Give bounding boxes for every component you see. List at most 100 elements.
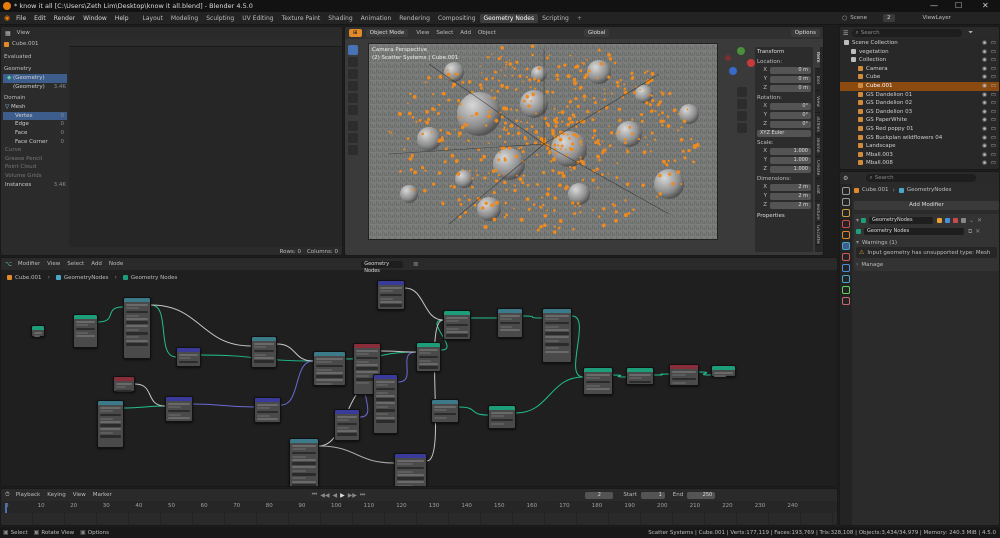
node-group-field[interactable]: Geometry Nodes <box>864 228 964 235</box>
close-window-button[interactable]: ✕ <box>982 1 989 10</box>
outliner-row[interactable]: GS PaperWhite ◉ ▭ <box>840 116 999 125</box>
evaluated-dropdown[interactable]: Evaluated <box>1 52 69 62</box>
cursor-tool-icon[interactable] <box>348 57 358 67</box>
sidebar-tab-5[interactable]: Create <box>815 157 820 179</box>
render-camera-icon[interactable]: ▭ <box>991 142 996 151</box>
node-0[interactable] <box>73 314 98 348</box>
visibility-eye-icon[interactable]: ◉ <box>982 99 987 108</box>
rot-y-field[interactable]: 0° <box>770 111 811 119</box>
node-6[interactable] <box>377 280 405 310</box>
show-viewport-icon[interactable] <box>953 218 959 223</box>
visibility-eye-icon[interactable]: ◉ <box>982 48 987 57</box>
filter-icon[interactable]: ⏷ <box>968 29 973 37</box>
zoom-icon[interactable] <box>737 87 747 97</box>
loc-z-field[interactable]: 0 m <box>770 84 811 92</box>
node-24[interactable] <box>394 453 427 486</box>
sidebar-tab-8[interactable]: GScatter <box>815 223 820 245</box>
render-camera-icon[interactable]: ▭ <box>991 125 996 134</box>
node-12[interactable] <box>626 367 654 385</box>
sidebar-tab-6[interactable]: Edit <box>815 179 820 201</box>
node-25[interactable] <box>31 325 45 338</box>
properties-search-input[interactable]: Search <box>875 175 894 181</box>
render-camera-icon[interactable]: ▭ <box>991 65 996 74</box>
render-camera-icon[interactable]: ▭ <box>991 134 996 143</box>
node-2[interactable] <box>176 347 201 367</box>
prev-key-icon[interactable]: ◀◀ <box>320 492 329 499</box>
camera-view-icon[interactable] <box>737 111 747 121</box>
render-camera-icon[interactable]: ▭ <box>991 151 996 160</box>
timeline-editor-icon[interactable]: ⏱ <box>5 491 10 499</box>
warnings-subpanel[interactable]: ▾ Warnings (1) <box>856 238 997 247</box>
domain-other-2[interactable]: Point Cloud <box>1 163 69 172</box>
menu-window[interactable]: Window <box>83 15 107 22</box>
scene-selector[interactable]: ⬡ Scene 2 ViewLayer <box>842 14 951 22</box>
mesh-domain[interactable]: ▽ Mesh <box>1 103 69 112</box>
visibility-eye-icon[interactable]: ◉ <box>982 159 987 168</box>
z-axis-icon[interactable] <box>729 67 737 75</box>
node-editor[interactable]: ⌥ Modifier View Select Add Node Geometry… <box>0 257 838 487</box>
camera-view[interactable]: Camera Perspective (2) Scatter Systems |… <box>368 43 718 240</box>
scl-y-field[interactable]: 1.000 <box>770 156 811 164</box>
tab-geometry-nodes[interactable]: Geometry Nodes <box>479 13 539 23</box>
node-menu-add[interactable]: Add <box>91 261 102 267</box>
outliner-search-input[interactable]: Search <box>861 30 880 36</box>
node-18[interactable] <box>113 376 135 393</box>
node-14[interactable] <box>711 365 736 378</box>
visibility-eye-icon[interactable]: ◉ <box>982 91 987 100</box>
manage-subpanel[interactable]: › Manage <box>856 260 997 269</box>
node-9[interactable] <box>497 308 523 338</box>
node-menu-select[interactable]: Select <box>67 261 84 267</box>
visibility-eye-icon[interactable]: ◉ <box>982 116 987 125</box>
viewport-menu-object[interactable]: Object <box>478 30 496 36</box>
node-3[interactable] <box>251 336 277 368</box>
visibility-eye-icon[interactable]: ◉ <box>982 125 987 134</box>
node-menu-view[interactable]: View <box>47 261 60 267</box>
measure-tool-icon[interactable] <box>348 133 358 143</box>
domain-other-4[interactable]: Instances 3.4K <box>1 181 69 190</box>
outliner-row[interactable]: Collection ◉ ▭ <box>840 56 999 65</box>
outliner-row[interactable]: Cube.001 ◉ ▭ <box>840 81 999 91</box>
domain-other-3[interactable]: Volume Grids <box>1 172 69 181</box>
properties-tab-1-icon[interactable] <box>842 198 850 206</box>
node-11[interactable] <box>583 367 613 395</box>
scl-z-field[interactable]: 1.000 <box>770 165 811 173</box>
node-13[interactable] <box>669 364 699 386</box>
timeline-menu-marker[interactable]: Marker <box>93 492 112 498</box>
outliner-row[interactable]: Mball.008 ◉ ▭ <box>840 159 999 168</box>
tab-uv-editing[interactable]: UV Editing <box>238 14 277 23</box>
blender-menu-icon[interactable]: ◉ <box>4 14 10 22</box>
spreadsheet-object-row[interactable]: Cube.001 <box>1 39 69 49</box>
domain-item-2[interactable]: Face 0 <box>3 129 67 138</box>
scene-number[interactable]: 2 <box>883 14 895 22</box>
menu-render[interactable]: Render <box>54 15 75 22</box>
rot-z-field[interactable]: 0° <box>770 120 811 128</box>
outliner-row[interactable]: Landscape ◉ ▭ <box>840 142 999 151</box>
node-group-pin-icon[interactable]: ⊠ <box>413 261 418 268</box>
node-17[interactable] <box>254 397 281 423</box>
domain-item-3[interactable]: Face Corner 0 <box>3 138 67 147</box>
maximize-button[interactable]: ☐ <box>955 1 962 10</box>
rotate-tool-icon[interactable] <box>348 81 358 91</box>
node-16[interactable] <box>165 396 193 422</box>
node-21[interactable] <box>431 399 459 423</box>
current-frame-field[interactable]: 2 <box>585 491 614 499</box>
domain-other-1[interactable]: Grease Pencil <box>1 155 69 164</box>
transform-tool-icon[interactable] <box>348 105 358 115</box>
outliner-search[interactable]: ⌕ Search <box>852 29 963 37</box>
outliner-row[interactable]: GS Dandelion 03 ◉ ▭ <box>840 108 999 117</box>
end-frame-field[interactable]: 250 <box>687 491 716 499</box>
pan-hand-icon[interactable] <box>737 99 747 109</box>
3d-viewport[interactable]: ⊞ Object Mode View Select Add Object Glo… <box>344 26 824 256</box>
outliner-row[interactable]: Camera ◉ ▭ <box>840 65 999 74</box>
outliner-row[interactable]: Scene Collection ◉ ▭ <box>840 39 999 48</box>
timeline-menu-view[interactable]: View <box>73 492 86 498</box>
jump-end-icon[interactable]: ⏭ <box>360 491 365 499</box>
visibility-eye-icon[interactable]: ◉ <box>982 134 987 143</box>
x-axis-icon[interactable] <box>747 59 755 67</box>
properties-tab-8-icon[interactable] <box>842 275 850 283</box>
show-in-editmode-icon[interactable] <box>945 218 951 223</box>
rot-x-field[interactable]: 0° <box>770 102 811 110</box>
dim-y-field[interactable]: 2 m <box>770 192 811 200</box>
timeline-ruler[interactable]: 0102030405060708090100110120130140150160… <box>1 503 837 512</box>
next-key-icon[interactable]: ▶▶ <box>348 492 357 499</box>
